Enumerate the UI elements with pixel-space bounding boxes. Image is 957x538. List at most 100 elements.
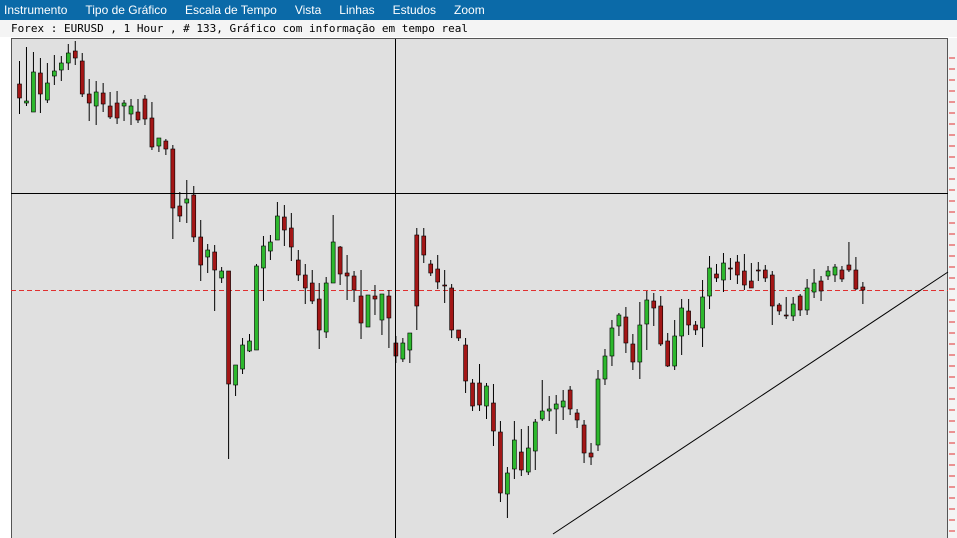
candle[interactable]: [358, 295, 364, 324]
candle[interactable]: [742, 270, 747, 286]
candle[interactable]: [400, 342, 406, 360]
candle[interactable]: [853, 269, 859, 290]
candle[interactable]: [714, 273, 719, 279]
candle[interactable]: [783, 314, 789, 317]
candle[interactable]: [769, 274, 775, 307]
candle[interactable]: [247, 340, 252, 352]
candle[interactable]: [707, 267, 712, 297]
candle[interactable]: [686, 310, 691, 326]
candle[interactable]: [191, 194, 197, 238]
candle[interactable]: [261, 245, 266, 269]
candle[interactable]: [337, 246, 343, 275]
candle[interactable]: [295, 259, 301, 276]
candle[interactable]: [240, 344, 245, 370]
candle[interactable]: [756, 269, 761, 272]
candle[interactable]: [700, 296, 705, 329]
candle[interactable]: [637, 324, 643, 363]
candle[interactable]: [177, 205, 183, 217]
candle[interactable]: [316, 298, 322, 331]
candle[interactable]: [323, 282, 329, 333]
candle[interactable]: [776, 304, 782, 312]
candle[interactable]: [435, 268, 441, 283]
candle[interactable]: [797, 295, 803, 311]
candle[interactable]: [233, 364, 238, 386]
candle[interactable]: [616, 314, 622, 327]
candle[interactable]: [442, 284, 447, 287]
candle[interactable]: [344, 272, 350, 277]
candle[interactable]: [735, 261, 740, 276]
candle[interactable]: [804, 287, 810, 311]
candle[interactable]: [449, 287, 454, 331]
candle[interactable]: [477, 382, 482, 406]
candle[interactable]: [198, 236, 204, 266]
candle[interactable]: [484, 385, 489, 407]
candle[interactable]: [24, 100, 29, 104]
candle[interactable]: [790, 303, 796, 317]
candle[interactable]: [658, 305, 664, 345]
candle[interactable]: [254, 265, 259, 351]
candle[interactable]: [623, 316, 629, 344]
candle[interactable]: [825, 270, 831, 277]
candle[interactable]: [65, 52, 71, 64]
candle[interactable]: [45, 82, 50, 101]
candle[interactable]: [205, 249, 210, 258]
candle[interactable]: [386, 295, 392, 319]
candle[interactable]: [693, 324, 698, 331]
candle[interactable]: [379, 293, 385, 321]
candle[interactable]: [512, 439, 517, 470]
candle[interactable]: [59, 62, 64, 71]
candle[interactable]: [100, 92, 106, 105]
candle[interactable]: [135, 111, 141, 121]
candle[interactable]: [749, 280, 754, 289]
candle[interactable]: [553, 403, 559, 410]
candle[interactable]: [679, 307, 684, 337]
candle[interactable]: [839, 269, 845, 280]
candle[interactable]: [17, 83, 22, 99]
candle[interactable]: [212, 251, 217, 271]
candle[interactable]: [762, 269, 768, 279]
candle[interactable]: [491, 402, 496, 432]
candle[interactable]: [351, 275, 357, 291]
candle[interactable]: [302, 274, 308, 289]
candle[interactable]: [407, 332, 413, 351]
candle[interactable]: [121, 102, 127, 107]
candle[interactable]: [421, 235, 427, 256]
candle[interactable]: [581, 424, 587, 454]
candle[interactable]: [38, 72, 43, 95]
candle[interactable]: [268, 241, 273, 252]
candle[interactable]: [588, 452, 594, 458]
candle[interactable]: [282, 216, 287, 231]
candle[interactable]: [275, 215, 280, 241]
candle[interactable]: [309, 282, 315, 302]
candle[interactable]: [832, 266, 838, 276]
candle[interactable]: [93, 91, 99, 107]
candle[interactable]: [539, 410, 545, 420]
candle[interactable]: [651, 300, 657, 309]
candle[interactable]: [546, 408, 552, 412]
candle[interactable]: [595, 378, 601, 446]
candle[interactable]: [498, 431, 503, 494]
candle[interactable]: [86, 93, 92, 104]
candle[interactable]: [289, 227, 294, 248]
candle[interactable]: [149, 117, 155, 148]
candle[interactable]: [114, 102, 120, 119]
candle[interactable]: [31, 71, 36, 113]
candle[interactable]: [170, 148, 176, 209]
candle[interactable]: [79, 60, 85, 95]
candle[interactable]: [463, 344, 468, 382]
candle[interactable]: [52, 70, 57, 77]
candle[interactable]: [672, 335, 677, 367]
candle[interactable]: [505, 472, 510, 495]
candle[interactable]: [330, 241, 336, 284]
candle[interactable]: [846, 264, 852, 271]
candle[interactable]: [456, 329, 461, 339]
candle[interactable]: [107, 105, 113, 118]
candle[interactable]: [811, 282, 817, 293]
candle[interactable]: [630, 343, 636, 363]
candle[interactable]: [721, 262, 726, 281]
candle[interactable]: [665, 340, 671, 367]
candle[interactable]: [560, 400, 566, 408]
candle[interactable]: [372, 295, 378, 300]
candle[interactable]: [470, 382, 475, 407]
candle[interactable]: [163, 140, 169, 150]
